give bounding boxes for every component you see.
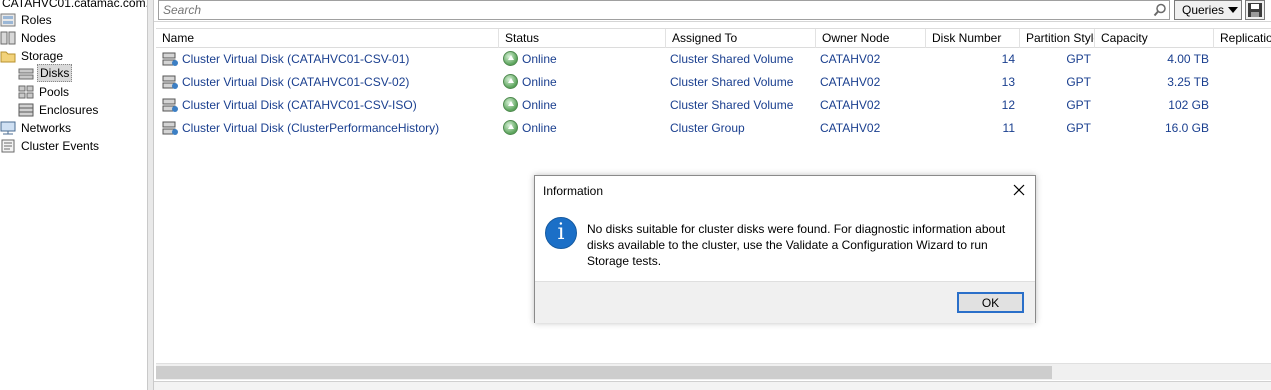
cell-owner-node: CATAHV02 <box>820 75 881 89</box>
bottom-details-strip <box>154 381 1271 390</box>
events-icon <box>1 139 15 153</box>
tree-item-label: Pools <box>39 85 70 99</box>
cell-partition-style: GPT <box>1066 52 1091 66</box>
queries-button[interactable]: Queries <box>1174 0 1242 20</box>
cell-name: Cluster Virtual Disk (ClusterPerformance… <box>182 121 440 135</box>
table-row[interactable]: Cluster Virtual Disk (CATAHVC01-CSV-02) … <box>156 71 1271 94</box>
dialog-footer: OK <box>535 281 1035 323</box>
cell-capacity: 102 GB <box>1168 98 1209 112</box>
search-input[interactable] <box>159 1 1139 19</box>
online-icon <box>503 51 518 67</box>
cell-capacity: 3.25 TB <box>1167 75 1209 89</box>
close-icon[interactable] <box>1011 182 1027 198</box>
cell-status: Online <box>503 117 663 140</box>
column-header-partition-style[interactable]: Partition Style <box>1020 29 1095 48</box>
search-icon[interactable] <box>1153 3 1167 17</box>
online-icon <box>503 74 518 90</box>
pane-splitter[interactable] <box>147 0 154 390</box>
cell-name: Cluster Virtual Disk (CATAHVC01-CSV-01) <box>182 52 410 66</box>
tree-item-label: Storage <box>21 49 64 63</box>
tree-item-label: Roles <box>21 13 52 27</box>
cell-owner-node: CATAHV02 <box>820 98 881 112</box>
folder-icon <box>0 51 16 63</box>
cell-capacity: 4.00 TB <box>1167 52 1209 66</box>
cell-assigned-to: Cluster Shared Volume <box>670 98 794 112</box>
cell-status: Online <box>503 94 663 117</box>
dialog-message: No disks suitable for cluster disks were… <box>587 222 1006 268</box>
navigation-tree: CATAHVC01.catamac.com. Roles Nodes Stora… <box>0 0 147 390</box>
online-icon <box>503 120 518 136</box>
cell-status-text: Online <box>522 98 557 112</box>
save-icon <box>1248 3 1262 17</box>
cell-assigned-to: Cluster Group <box>670 121 745 135</box>
tree-item-label: Networks <box>21 121 72 135</box>
online-icon <box>503 97 518 113</box>
table-row[interactable]: Cluster Virtual Disk (CATAHVC01-CSV-01) … <box>156 48 1271 71</box>
tree-item-label: Enclosures <box>39 103 99 117</box>
cell-disk-number: 12 <box>1001 98 1015 112</box>
cell-name: Cluster Virtual Disk (CATAHVC01-CSV-ISO) <box>182 98 417 112</box>
cell-status: Online <box>503 48 663 71</box>
dialog-title: Information <box>543 184 604 198</box>
cell-assigned-to: Cluster Shared Volume <box>670 75 794 89</box>
horizontal-scrollbar[interactable] <box>156 363 1271 380</box>
chevron-down-icon <box>1228 7 1238 13</box>
cell-status-text: Online <box>522 121 557 135</box>
grid-header: Name Status Assigned To Owner Node Disk … <box>156 28 1271 48</box>
cell-status: Online <box>503 71 663 94</box>
ok-button[interactable]: OK <box>957 292 1024 313</box>
roles-icon <box>0 13 16 27</box>
networks-icon <box>0 121 16 135</box>
nodes-icon <box>0 31 16 45</box>
cluster-disk-icon <box>162 98 178 112</box>
tree-item-label: Disks <box>37 64 73 82</box>
information-dialog: Information i No disks suitable for clus… <box>534 175 1036 323</box>
column-header-assigned-to[interactable]: Assigned To <box>666 29 816 48</box>
cell-owner-node: CATAHV02 <box>820 52 881 66</box>
column-header-name[interactable]: Name <box>156 29 499 48</box>
column-header-capacity[interactable]: Capacity <box>1095 29 1214 48</box>
cell-capacity: 16.0 GB <box>1164 121 1209 135</box>
enclosures-icon <box>18 103 34 117</box>
cell-partition-style: GPT <box>1066 75 1091 89</box>
column-header-owner-node[interactable]: Owner Node <box>816 29 926 48</box>
info-icon: i <box>545 217 577 249</box>
cell-assigned-to: Cluster Shared Volume <box>670 52 794 66</box>
cell-owner-node: CATAHV02 <box>820 121 881 135</box>
tree-item-label: Nodes <box>21 31 56 45</box>
queries-label: Queries <box>1182 3 1225 17</box>
cell-disk-number: 14 <box>1001 52 1015 66</box>
toolbar: Queries <box>154 0 1271 22</box>
cell-name: Cluster Virtual Disk (CATAHVC01-CSV-02) <box>182 75 410 89</box>
pools-icon <box>18 85 34 99</box>
search-box[interactable] <box>158 0 1170 20</box>
cell-partition-style: GPT <box>1066 98 1091 112</box>
table-row[interactable]: Cluster Virtual Disk (CATAHVC01-CSV-ISO)… <box>156 94 1271 117</box>
cell-status-text: Online <box>522 52 557 66</box>
tree-item-label: Cluster Events <box>21 139 100 153</box>
scrollbar-thumb[interactable] <box>156 366 1052 379</box>
cell-disk-number: 11 <box>1002 121 1015 135</box>
cell-disk-number: 13 <box>1001 75 1015 89</box>
column-header-disk-number[interactable]: Disk Number <box>926 29 1020 48</box>
table-row[interactable]: Cluster Virtual Disk (ClusterPerformance… <box>156 117 1271 140</box>
cell-partition-style: GPT <box>1066 121 1091 135</box>
cluster-disk-icon <box>162 75 178 89</box>
tree-root-label: CATAHVC01.catamac.com. <box>2 0 147 10</box>
save-query-button[interactable] <box>1245 0 1265 20</box>
disks-icon <box>18 68 34 80</box>
column-header-replication[interactable]: Replication <box>1214 29 1271 48</box>
column-header-status[interactable]: Status <box>499 29 666 48</box>
cell-status-text: Online <box>522 75 557 89</box>
cluster-disk-icon <box>162 121 178 135</box>
cluster-disk-icon <box>162 52 178 66</box>
